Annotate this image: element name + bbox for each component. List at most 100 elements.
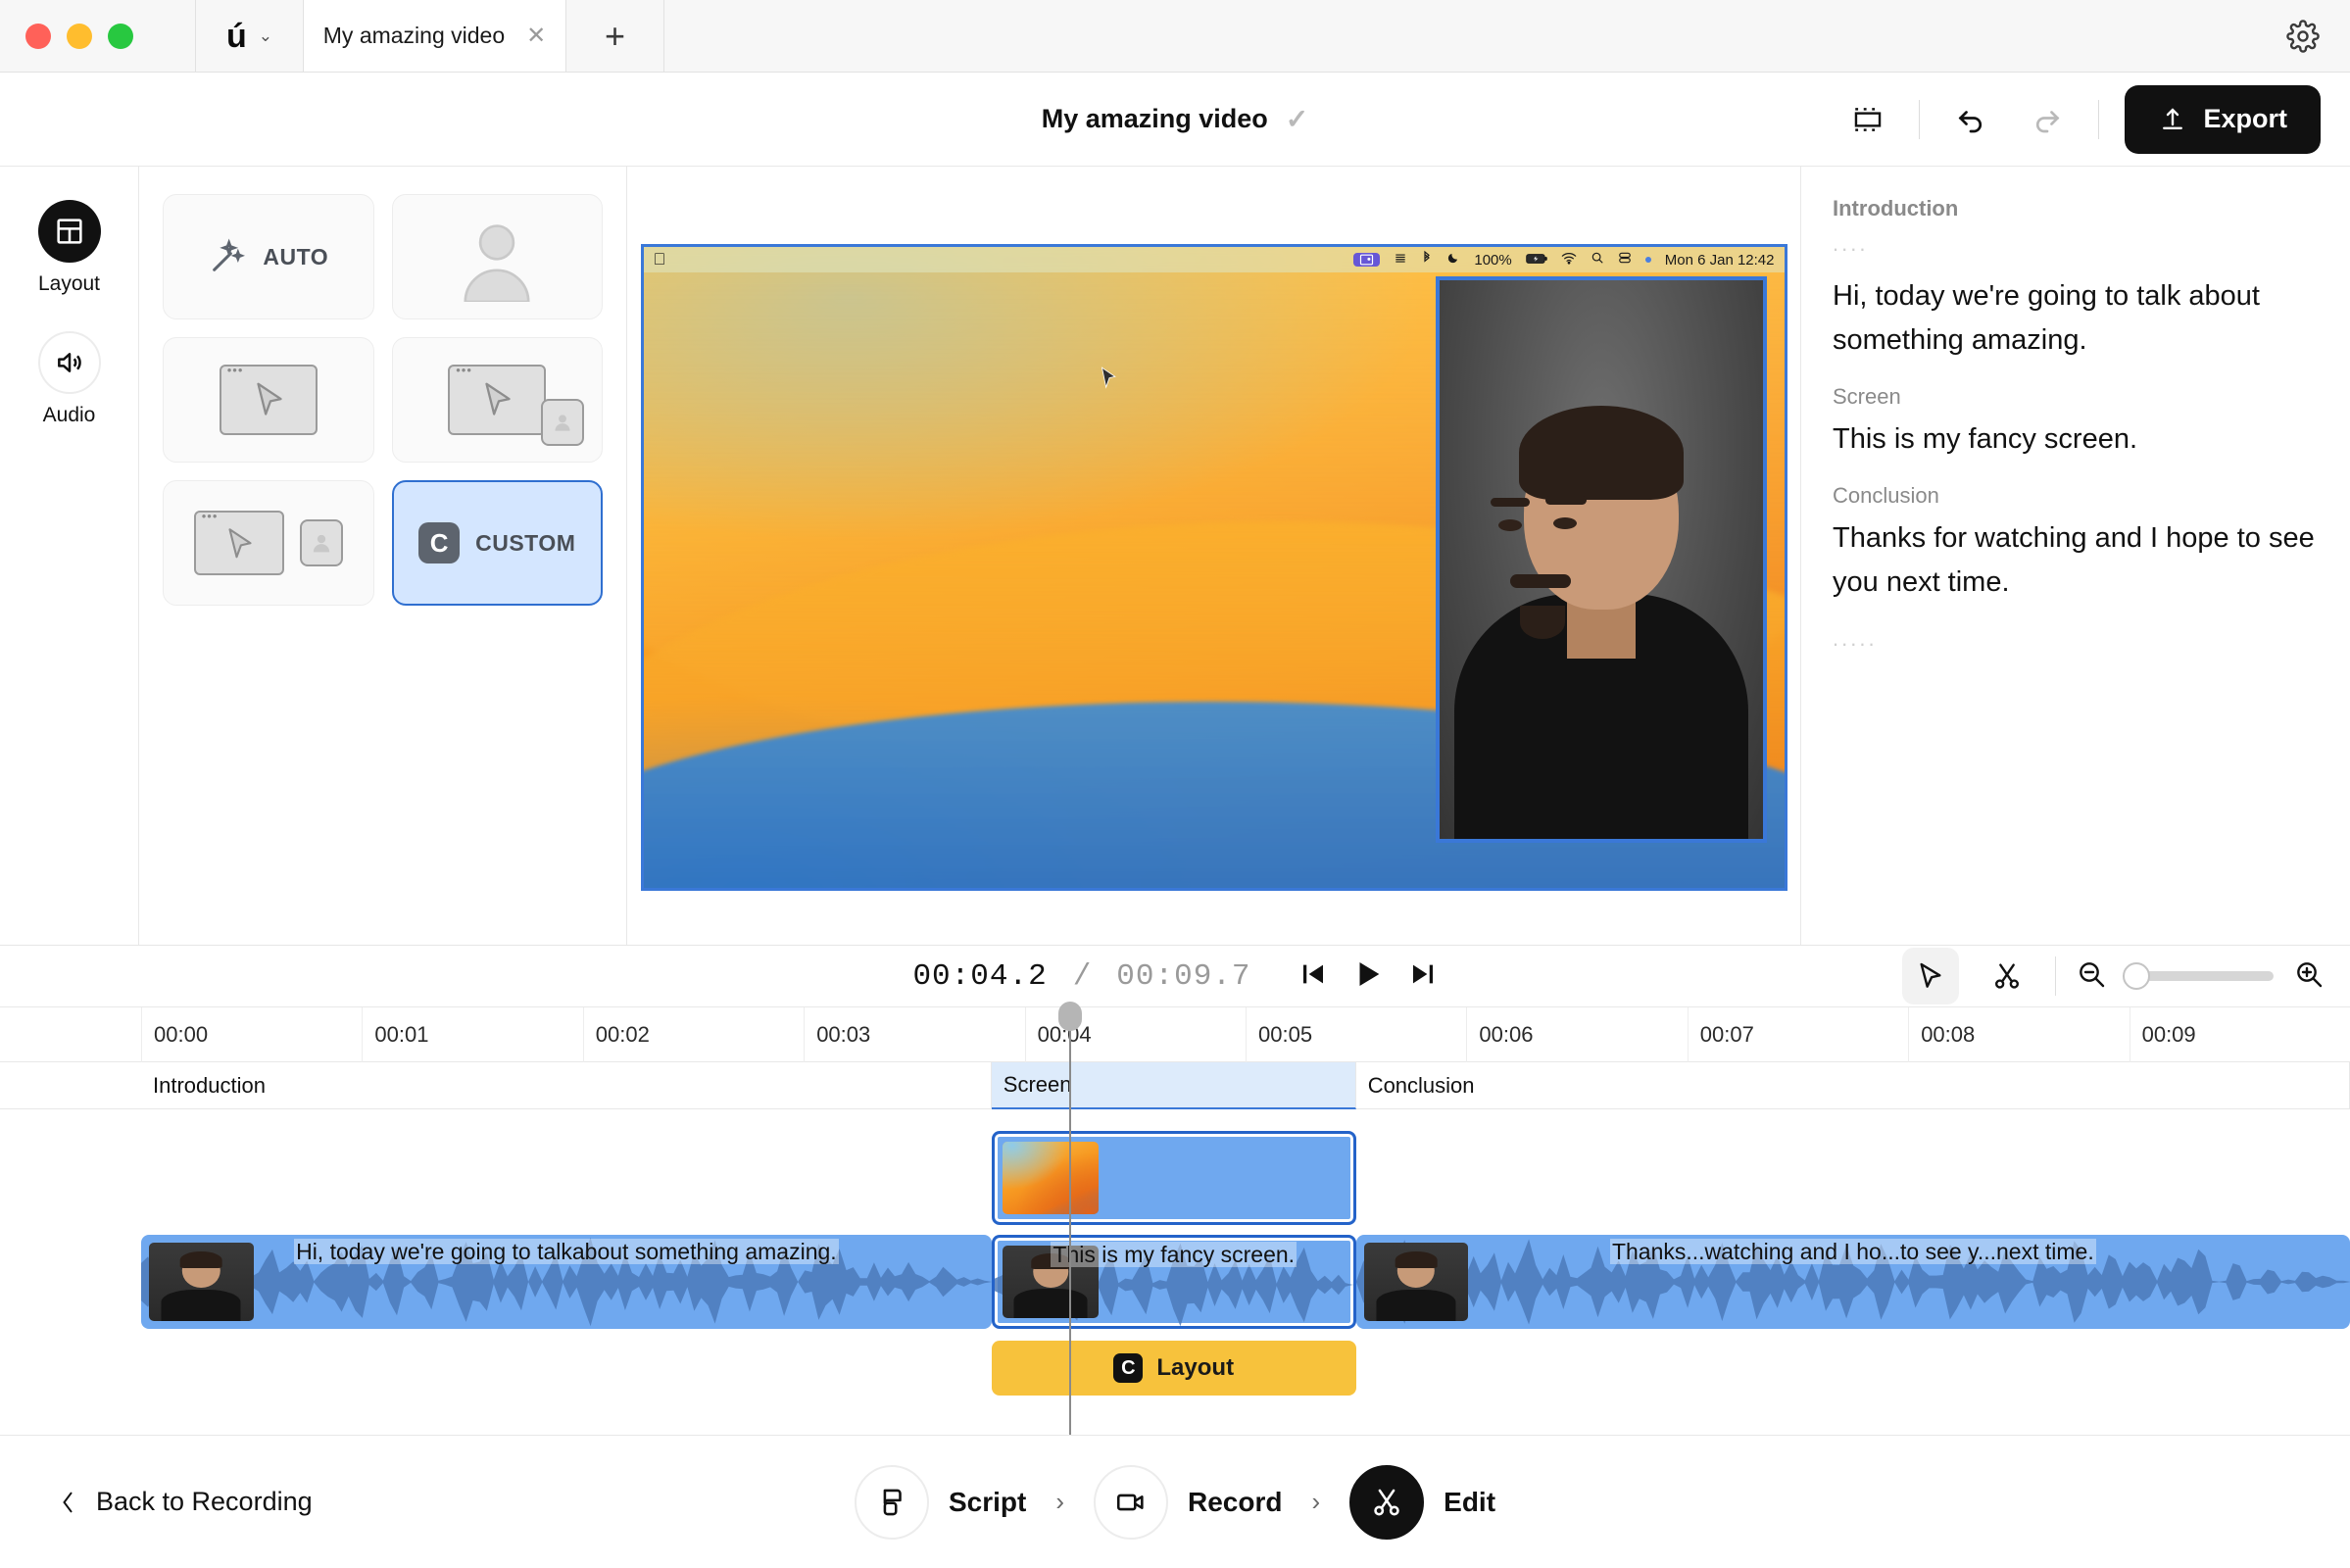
timeline-tracks: Hi, today we're going to talkabout somet… (0, 1109, 2350, 1435)
timeline-tools (1902, 948, 2325, 1004)
ruler-tick: 00:02 (582, 1007, 804, 1062)
video-track[interactable] (0, 1131, 2350, 1225)
script-panel[interactable]: Introduction .... Hi, today we're going … (1801, 167, 2350, 945)
camera-layer[interactable] (1435, 276, 1767, 843)
script-text[interactable]: Hi, today we're going to talk about some… (1833, 274, 2319, 363)
zoom-slider[interactable] (2123, 962, 2274, 990)
speaker-icon (57, 353, 81, 372)
cut-tool-button[interactable] (1979, 948, 2035, 1004)
step-script[interactable]: Script (854, 1464, 1026, 1540)
undo-button[interactable] (1945, 94, 1996, 145)
sidebar-item-layout[interactable]: Layout (37, 200, 101, 296)
aspect-ratio-icon (1855, 107, 1882, 131)
timeline-area: 00:04.2 / 00:09.7 00:00 00:01 00:02 00:0… (0, 945, 2350, 1435)
zoom-slider-handle[interactable] (2123, 962, 2150, 990)
video-clip[interactable] (991, 1131, 1356, 1225)
divider (2098, 99, 2100, 139)
layout-effect-bar[interactable]: C Layout (991, 1341, 1356, 1396)
record-icon-circle (1094, 1464, 1168, 1540)
preset-auto[interactable]: AUTO (163, 194, 374, 319)
playhead[interactable] (1057, 1002, 1082, 1435)
chapter-item[interactable]: Conclusion (1356, 1062, 2350, 1109)
time-separator: / (1072, 958, 1092, 994)
new-tab-button[interactable]: + (566, 0, 664, 72)
aspect-ratio-button[interactable] (1842, 94, 1893, 145)
sidebar-item-label: Layout (37, 272, 101, 295)
script-text[interactable]: This is my fancy screen. (1833, 417, 2319, 462)
preset-screen-camera-corner[interactable] (391, 337, 603, 463)
battery-icon (1525, 252, 1547, 269)
sidebar-item-label: Audio (42, 404, 96, 426)
stack-icon (1394, 251, 1407, 269)
script-block-introduction: Introduction .... Hi, today we're going … (1833, 196, 2319, 363)
step-edit[interactable]: Edit (1349, 1464, 1495, 1540)
select-tool-button[interactable] (1902, 948, 1959, 1004)
edit-icon-circle (1349, 1464, 1425, 1540)
sidebar-item-audio[interactable]: Audio (37, 331, 101, 427)
audio-track[interactable]: Hi, today we're going to talkabout somet… (0, 1235, 2350, 1329)
audio-clip[interactable]: This is my fancy screen. (991, 1235, 1356, 1329)
tab-my-amazing-video[interactable]: My amazing video ✕ (304, 0, 566, 72)
ruler-tick: 00:03 (804, 1007, 1024, 1062)
ruler-tick: 00:05 (1246, 1007, 1466, 1062)
preset-camera-only[interactable] (391, 194, 603, 319)
chapter-item[interactable]: Screen (991, 1062, 1356, 1109)
camera-icon (1116, 1494, 1144, 1510)
script-text[interactable]: Thanks for watching and I hope to see yo… (1833, 516, 2319, 605)
preview-stage[interactable]:  (627, 167, 1800, 945)
screen-layer[interactable]:  (640, 244, 1787, 891)
person-icon (555, 415, 570, 431)
ruler-tick: 00:08 (1908, 1007, 2129, 1062)
step-label: Record (1188, 1486, 1283, 1517)
minimize-window-button[interactable] (67, 23, 92, 49)
pointer-cursor-icon (485, 382, 511, 416)
skip-forward-button[interactable] (1408, 959, 1438, 994)
app-window: ú ⌄ My amazing video ✕ + My amazing vide… (0, 0, 2350, 1568)
screen-icon (448, 363, 547, 435)
play-button[interactable] (1351, 957, 1385, 996)
zoom-in-button[interactable] (2293, 958, 2325, 995)
layout-bar-label: Layout (1156, 1354, 1235, 1381)
audio-clip[interactable]: Hi, today we're going to talkabout somet… (141, 1235, 992, 1329)
step-record[interactable]: Record (1094, 1464, 1283, 1540)
person-icon (313, 534, 329, 553)
preset-custom[interactable]: C CUSTOM (391, 480, 603, 606)
audio-clip[interactable]: Thanks...watching and I ho...to see y...… (1355, 1235, 2350, 1329)
layout-track[interactable]: C Layout (0, 1341, 2350, 1396)
app-logo-menu[interactable]: ú ⌄ (196, 0, 304, 72)
close-window-button[interactable] (25, 23, 51, 49)
battery-percent-label: 100% (1474, 251, 1512, 269)
page-title[interactable]: My amazing video (1042, 104, 1268, 134)
chapter-track[interactable]: Introduction Screen Conclusion (0, 1062, 2350, 1109)
window-controls (0, 0, 196, 72)
timeline-body: 00:00 00:01 00:02 00:03 00:04 00:05 00:06 00:07… (0, 1002, 2350, 1435)
export-button[interactable]: Export (2125, 84, 2321, 154)
chevron-down-icon: ⌄ (258, 25, 273, 45)
settings-button[interactable] (2256, 0, 2350, 72)
saved-check-icon: ✓ (1285, 104, 1309, 134)
current-time: 00:04.2 (912, 958, 1048, 994)
maximize-window-button[interactable] (108, 23, 133, 49)
divider (2055, 956, 2056, 996)
control-center-icon (1618, 251, 1632, 269)
timeline-ruler[interactable]: 00:00 00:01 00:02 00:03 00:04 00:05 00:06 00:07… (0, 1007, 2350, 1062)
custom-badge-icon: C (1113, 1353, 1144, 1383)
chapter-item[interactable]: Introduction (141, 1062, 992, 1109)
zoom-out-button[interactable] (2076, 958, 2107, 995)
preset-screen-camera-side[interactable] (163, 480, 374, 606)
title-bar: ú ⌄ My amazing video ✕ + (0, 0, 2350, 73)
wifi-icon (1561, 252, 1577, 269)
close-icon[interactable]: ✕ (526, 24, 546, 48)
redo-button[interactable] (2022, 94, 2073, 145)
camera-thumb-icon (299, 519, 343, 566)
skip-back-button[interactable] (1298, 959, 1328, 994)
ruler-tick: 00:09 (2129, 1007, 2350, 1062)
preset-screen-only[interactable] (163, 337, 374, 463)
menu-bar-clock: Mon 6 Jan 12:42 (1664, 251, 1775, 269)
clip-caption: Thanks...watching and I ho...to see y...… (1609, 1239, 2096, 1264)
layout-presets-grid: AUTO ••• ••• ••• C CUSTOM (163, 194, 603, 606)
play-icon (1359, 961, 1379, 986)
status-dot (1644, 257, 1651, 263)
scissors-icon (1374, 1489, 1399, 1515)
script-block-conclusion: Conclusion Thanks for watching and I hop… (1833, 483, 2319, 652)
